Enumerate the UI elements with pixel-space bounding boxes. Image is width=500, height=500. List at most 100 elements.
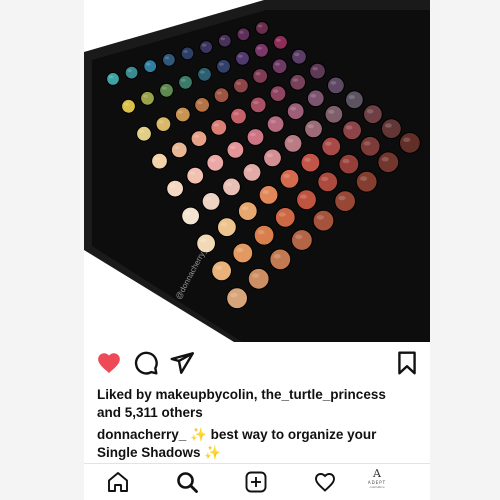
eyeshadow-pan xyxy=(213,87,230,104)
post-caption: donnacherry_ ✨ best way to organize your… xyxy=(97,426,423,462)
eyeshadow-pan xyxy=(273,34,288,50)
eyeshadow-pan xyxy=(226,287,249,310)
eyeshadow-pan xyxy=(235,50,250,66)
eyeshadow-pan xyxy=(180,46,195,61)
pan-highlight xyxy=(189,171,196,175)
pan-highlight xyxy=(174,145,180,150)
pan-highlight xyxy=(225,182,232,187)
caption-text-line-2: Single Shadows xyxy=(97,445,201,460)
post-photo[interactable]: @donnacherry_ xyxy=(84,0,430,342)
eyeshadow-pan xyxy=(121,98,136,114)
eyeshadow-pan xyxy=(166,179,184,198)
pan-highlight xyxy=(124,102,129,106)
eyeshadow-pan xyxy=(255,21,269,35)
pan-highlight xyxy=(290,106,297,111)
search-icon xyxy=(177,472,198,493)
pan-highlight xyxy=(381,156,389,162)
home-icon xyxy=(108,472,128,492)
eyeshadow-pan xyxy=(178,74,193,90)
eyeshadow-pan xyxy=(211,260,233,282)
eyeshadow-pan xyxy=(334,190,357,213)
pan-highlight xyxy=(108,75,114,79)
eyeshadow-pan xyxy=(159,82,174,98)
pan-highlight xyxy=(233,112,239,116)
liked-by-users[interactable]: makeupbycolin, the_turtle_princess xyxy=(156,387,386,402)
pan-highlight xyxy=(219,62,224,66)
pan-highlight xyxy=(236,81,242,85)
likes-summary: Liked by makeupbycolin, the_turtle_princ… xyxy=(97,386,423,422)
brand-logo-mark: A xyxy=(373,467,381,480)
pan-highlight xyxy=(169,184,176,188)
pan-highlight xyxy=(193,134,200,138)
pan-highlight xyxy=(127,69,132,72)
eyeshadow-pan xyxy=(342,120,363,141)
caption-username[interactable]: donnacherry_ xyxy=(97,427,186,442)
eyeshadow-pan xyxy=(253,224,275,246)
pan-highlight xyxy=(304,157,311,162)
eyeshadow-pan xyxy=(237,201,258,222)
pan-highlight xyxy=(215,265,223,270)
pan-highlight xyxy=(366,109,374,114)
pan-highlight xyxy=(257,46,262,50)
eyeshadow-pan xyxy=(363,104,383,125)
eyeshadow-pan xyxy=(230,107,247,125)
pan-highlight xyxy=(241,206,249,211)
eyeshadow-pan xyxy=(246,128,265,146)
like-button[interactable] xyxy=(96,350,122,376)
eyeshadow-pan xyxy=(226,141,245,159)
eyeshadow-pan xyxy=(124,65,139,80)
eyeshadow-pan xyxy=(194,97,210,113)
comment-button[interactable] xyxy=(133,350,159,376)
pan-highlight xyxy=(202,43,207,47)
eyeshadow-pan xyxy=(252,68,269,84)
pan-highlight xyxy=(316,215,324,220)
pan-highlight xyxy=(342,158,350,164)
pan-highlight xyxy=(213,123,220,127)
share-button[interactable] xyxy=(169,350,195,376)
eyeshadow-pan xyxy=(279,168,300,189)
pan-highlight xyxy=(183,50,188,53)
eyeshadow-pan xyxy=(143,59,158,74)
pan-highlight xyxy=(252,273,260,279)
pan-highlight xyxy=(143,94,148,98)
eyeshadow-pan xyxy=(296,189,317,211)
pan-highlight xyxy=(307,124,314,129)
pan-highlight xyxy=(292,78,299,82)
eyeshadow-pan xyxy=(140,90,155,106)
pan-highlight xyxy=(255,72,261,76)
palette-inner xyxy=(92,10,430,342)
eyeshadow-pan xyxy=(304,119,323,139)
pan-highlight xyxy=(274,62,280,66)
pan-highlight xyxy=(363,141,371,146)
eyeshadow-pan xyxy=(266,115,285,133)
eyeshadow-pan xyxy=(338,153,360,175)
tab-activity[interactable] xyxy=(313,470,337,494)
eyeshadow-pan xyxy=(291,229,313,251)
liked-by-prefix: Liked by xyxy=(97,387,156,402)
pan-highlight xyxy=(200,238,207,243)
tab-profile[interactable]: A ADEPT cosmetics xyxy=(364,468,390,496)
eyeshadow-pan xyxy=(283,134,303,153)
liked-by-count[interactable]: 5,311 others xyxy=(125,405,203,420)
pan-highlight xyxy=(197,101,203,105)
brand-logo-sub: cosmetics xyxy=(369,485,385,489)
tab-search[interactable] xyxy=(175,470,199,494)
eyeshadow-pan xyxy=(254,42,269,58)
pan-highlight xyxy=(273,253,281,259)
sparkle-emoji: ✨ xyxy=(190,427,207,442)
eyeshadow-pan xyxy=(291,48,307,65)
pan-highlight xyxy=(338,195,346,201)
tab-new-post[interactable] xyxy=(244,470,268,494)
eyeshadow-pan xyxy=(258,185,279,205)
heart-outline-icon xyxy=(315,473,335,492)
pan-highlight xyxy=(300,194,307,199)
pan-highlight xyxy=(310,94,317,98)
pan-highlight xyxy=(177,110,184,114)
pan-highlight xyxy=(158,120,164,124)
eyeshadow-pan xyxy=(186,166,205,185)
eyeshadow-pan xyxy=(233,77,249,94)
eyeshadow-pan xyxy=(197,66,212,82)
save-button[interactable] xyxy=(394,350,420,376)
pan-highlight xyxy=(257,24,263,28)
tab-home[interactable] xyxy=(106,470,130,494)
